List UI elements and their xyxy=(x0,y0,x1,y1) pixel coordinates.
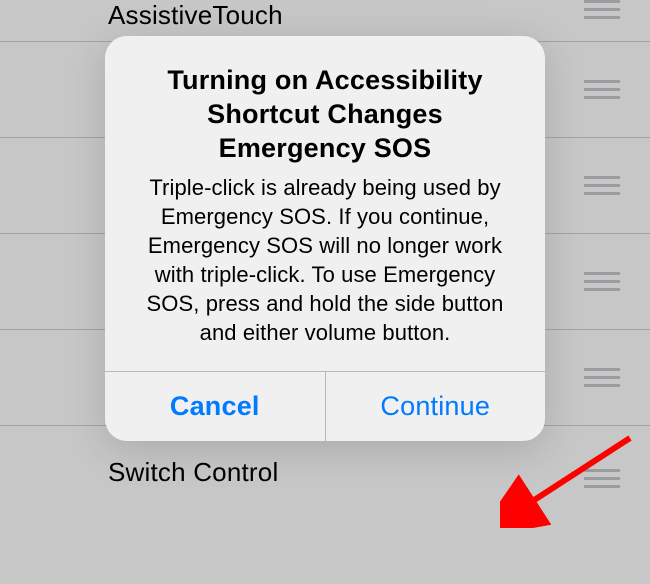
confirmation-alert: Turning on Accessibility Shortcut Change… xyxy=(105,36,545,441)
alert-content: Turning on Accessibility Shortcut Change… xyxy=(105,36,545,371)
alert-message: Triple-click is already being used by Em… xyxy=(131,173,519,347)
alert-title: Turning on Accessibility Shortcut Change… xyxy=(131,64,519,165)
cancel-button[interactable]: Cancel xyxy=(105,372,326,441)
alert-button-row: Cancel Continue xyxy=(105,371,545,441)
continue-button[interactable]: Continue xyxy=(326,372,546,441)
